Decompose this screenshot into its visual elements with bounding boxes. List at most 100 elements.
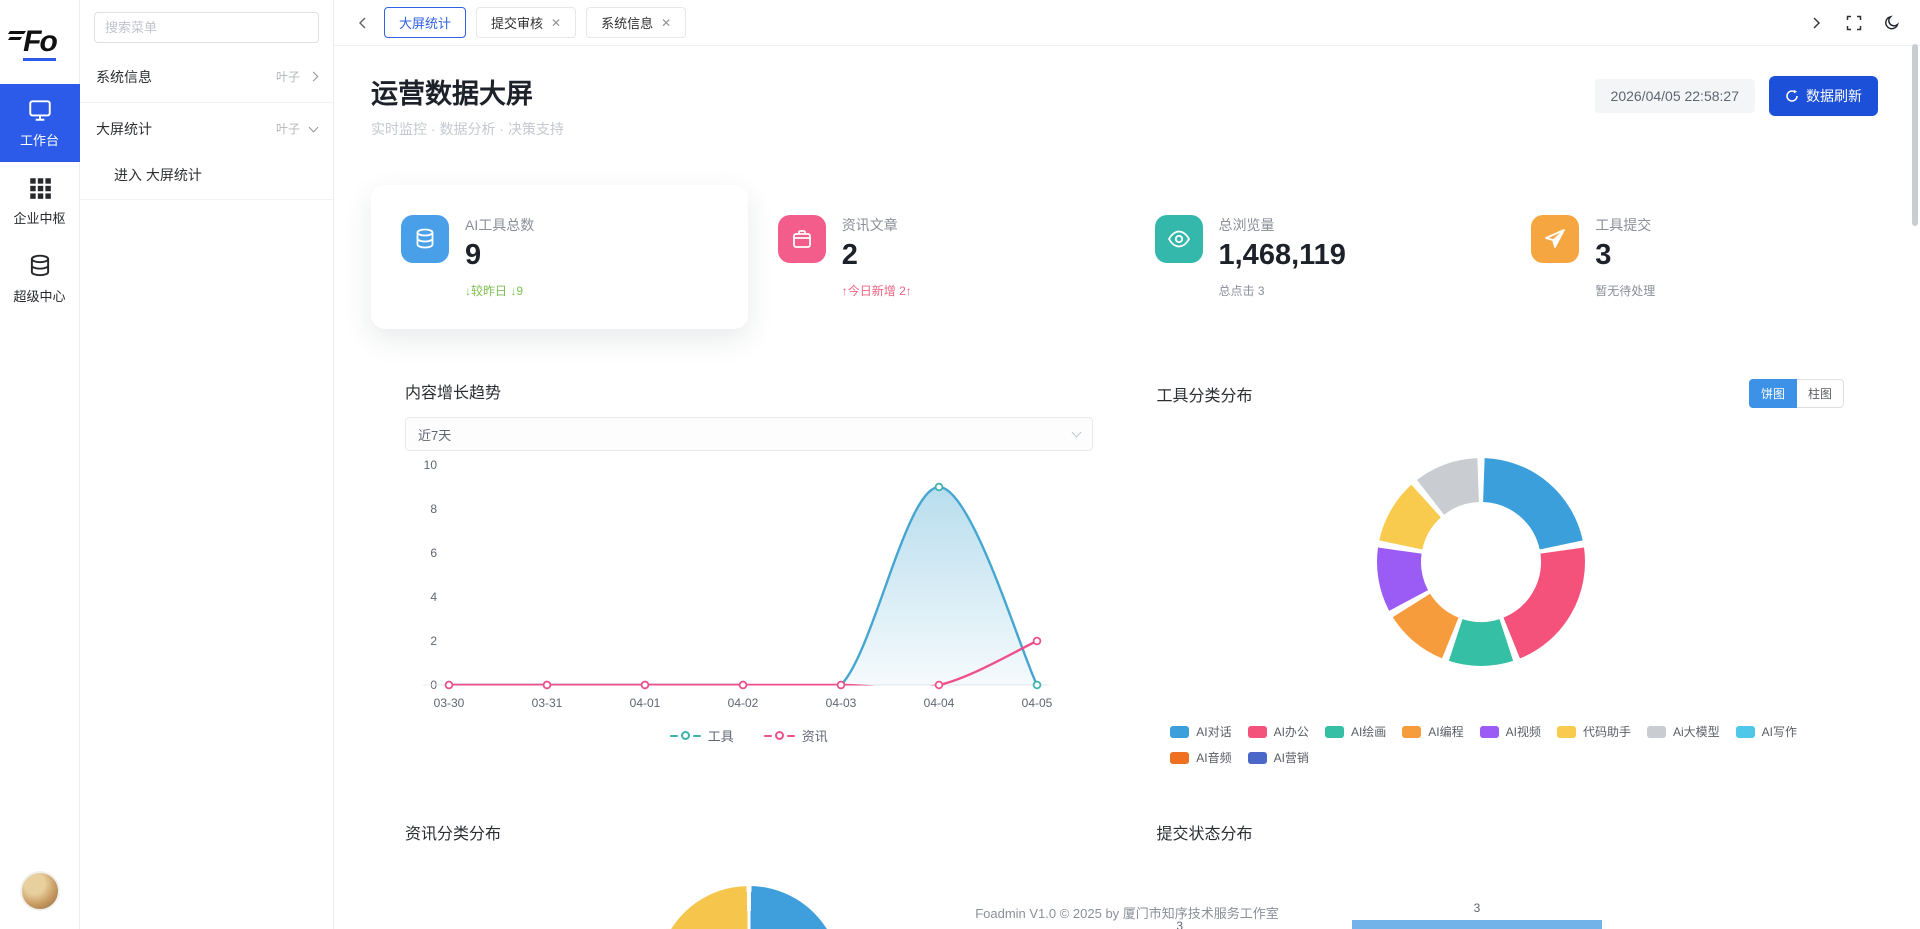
tabs-scroll-right-icon[interactable] bbox=[1806, 13, 1826, 33]
send-icon bbox=[1531, 215, 1579, 263]
icon-rail: Fo 工作台企业中枢超级中心 bbox=[0, 0, 80, 929]
legend-swatch-icon bbox=[1325, 726, 1344, 738]
page-title: 运营数据大屏 bbox=[371, 72, 564, 111]
stat-label: 资讯文章 bbox=[842, 215, 912, 235]
stat-card-AI工具总数: AI工具总数 9 ↓较昨日 ↓9 bbox=[371, 185, 748, 329]
legend-item-AI对话[interactable]: AI对话 bbox=[1170, 723, 1231, 740]
legend-item-AI编程[interactable]: AI编程 bbox=[1402, 723, 1463, 740]
tab-提交审核[interactable]: 提交审核✕ bbox=[476, 7, 576, 38]
legend-item-AI视频[interactable]: AI视频 bbox=[1480, 723, 1541, 740]
svg-text:4: 4 bbox=[430, 590, 437, 604]
rail-item-工作台[interactable]: 工作台 bbox=[0, 84, 80, 162]
svg-text:8: 8 bbox=[430, 502, 437, 516]
legend-swatch-icon bbox=[1480, 726, 1499, 738]
legend-item-代码助手[interactable]: 代码助手 bbox=[1557, 723, 1631, 740]
news-pie-chart bbox=[657, 886, 841, 929]
scrollbar-thumb[interactable] bbox=[1912, 44, 1918, 226]
tabs-scroll-left-icon[interactable] bbox=[352, 12, 374, 34]
submit-bar-chart: 33 bbox=[1157, 890, 1845, 929]
tab-close-icon[interactable]: ✕ bbox=[661, 17, 671, 29]
eye-icon bbox=[1155, 215, 1203, 263]
panel-title-tools: 工具分类分布 bbox=[1157, 382, 1253, 406]
svg-text:03-30: 03-30 bbox=[434, 696, 465, 710]
monitor-icon bbox=[27, 97, 53, 123]
svg-text:3: 3 bbox=[1176, 919, 1183, 929]
legend-item-Ai大模型[interactable]: Ai大模型 bbox=[1647, 723, 1720, 740]
legend-swatch-icon bbox=[1557, 726, 1576, 738]
legend-item-AI音频[interactable]: AI音频 bbox=[1170, 749, 1231, 766]
data-refresh-button[interactable]: 数据刷新 bbox=[1769, 76, 1878, 116]
svg-text:03-31: 03-31 bbox=[532, 696, 563, 710]
page-scrollbar bbox=[1910, 0, 1920, 929]
database-icon bbox=[27, 253, 53, 279]
tab-bar: 大屏统计提交审核✕ 系统信息✕ bbox=[334, 0, 1920, 46]
legend-item-AI写作[interactable]: AI写作 bbox=[1736, 723, 1797, 740]
legend-item-资讯[interactable]: 资讯 bbox=[764, 726, 828, 745]
legend-item-AI绘画[interactable]: AI绘画 bbox=[1325, 723, 1386, 740]
svg-text:04-03: 04-03 bbox=[826, 696, 857, 710]
dark-mode-moon-icon[interactable] bbox=[1882, 13, 1902, 33]
leaf-badge: 叶子 bbox=[276, 120, 300, 137]
stat-value: 1,468,119 bbox=[1219, 239, 1346, 272]
panel-news-category: 资讯分类分布 bbox=[405, 820, 1093, 929]
svg-text:10: 10 bbox=[424, 458, 438, 472]
chevron-right-icon bbox=[309, 72, 319, 82]
svg-text:04-01: 04-01 bbox=[630, 696, 661, 710]
legend-swatch-icon bbox=[1402, 726, 1421, 738]
svg-text:6: 6 bbox=[430, 546, 437, 560]
panel-submit-status: 提交状态分布 33 bbox=[1157, 820, 1845, 929]
timestamp: 2026/04/05 22:58:27 bbox=[1595, 79, 1755, 113]
fullscreen-icon[interactable] bbox=[1844, 13, 1864, 33]
legend-item-工具[interactable]: 工具 bbox=[670, 726, 734, 745]
panel-title-news: 资讯分类分布 bbox=[405, 820, 501, 844]
app-logo-text: Fo bbox=[23, 25, 56, 59]
rail-item-企业中枢[interactable]: 企业中枢 bbox=[0, 162, 80, 240]
panel-title-submit: 提交状态分布 bbox=[1157, 820, 1253, 844]
menu-group-系统信息[interactable]: 系统信息叶子 bbox=[80, 53, 333, 100]
legend-item-AI办公[interactable]: AI办公 bbox=[1248, 723, 1309, 740]
menu-group-大屏统计[interactable]: 大屏统计叶子 bbox=[80, 105, 333, 152]
toggle-柱图[interactable]: 柱图 bbox=[1797, 379, 1844, 408]
svg-text:04-02: 04-02 bbox=[728, 696, 759, 710]
chevron-down-icon bbox=[309, 122, 319, 132]
svg-text:04-05: 04-05 bbox=[1022, 696, 1053, 710]
toggle-饼图[interactable]: 饼图 bbox=[1749, 379, 1797, 408]
page-content: 运营数据大屏 实时监控 · 数据分析 · 决策支持 2026/04/05 22:… bbox=[334, 46, 1920, 929]
stat-sub: 暂无待处理 bbox=[1595, 282, 1655, 299]
stat-value: 9 bbox=[465, 239, 534, 272]
donut-chart bbox=[1157, 412, 1845, 717]
stat-label: AI工具总数 bbox=[465, 215, 534, 235]
database-icon bbox=[401, 215, 449, 263]
legend-swatch-icon bbox=[1248, 752, 1267, 764]
archive-icon bbox=[778, 215, 826, 263]
menu-search-input[interactable] bbox=[94, 12, 319, 43]
app-logo[interactable]: Fo bbox=[0, 0, 80, 84]
legend-swatch-icon bbox=[1248, 726, 1267, 738]
stat-value: 3 bbox=[1595, 239, 1655, 272]
divider bbox=[80, 199, 333, 200]
panel-title-trend: 内容增长趋势 bbox=[405, 379, 501, 403]
tab-系统信息[interactable]: 系统信息✕ bbox=[586, 7, 686, 38]
legend-swatch-icon bbox=[1170, 752, 1189, 764]
stat-sub: ↑今日新增 2↑ bbox=[842, 282, 912, 299]
range-select[interactable]: 近7天 bbox=[405, 417, 1093, 451]
user-avatar[interactable] bbox=[20, 871, 60, 911]
legend-swatch-icon bbox=[1736, 726, 1755, 738]
stat-sub: ↓较昨日 ↓9 bbox=[465, 282, 534, 299]
stat-card-资讯文章: 资讯文章 2 ↑今日新增 2↑ bbox=[748, 185, 1125, 329]
leaf-badge: 叶子 bbox=[276, 68, 300, 85]
svg-text:2: 2 bbox=[430, 634, 437, 648]
stat-value: 2 bbox=[842, 239, 912, 272]
page-subtitle: 实时监控 · 数据分析 · 决策支持 bbox=[371, 119, 564, 139]
menu-item-进入 大屏统计[interactable]: 进入 大屏统计 bbox=[80, 152, 333, 197]
rail-item-超级中心[interactable]: 超级中心 bbox=[0, 240, 80, 318]
tab-大屏统计[interactable]: 大屏统计 bbox=[384, 7, 466, 38]
grid-icon bbox=[27, 175, 53, 201]
legend-item-AI营销[interactable]: AI营销 bbox=[1248, 749, 1309, 766]
refresh-icon bbox=[1785, 89, 1799, 103]
menu-sidebar: 系统信息叶子大屏统计叶子进入 大屏统计 bbox=[80, 0, 334, 929]
stat-label: 工具提交 bbox=[1595, 215, 1655, 235]
tab-close-icon[interactable]: ✕ bbox=[551, 17, 561, 29]
legend-ring-icon bbox=[681, 731, 690, 740]
panel-content-trend: 内容增长趋势 近7天 024681003-3003-3104-0104-0204… bbox=[405, 379, 1093, 766]
